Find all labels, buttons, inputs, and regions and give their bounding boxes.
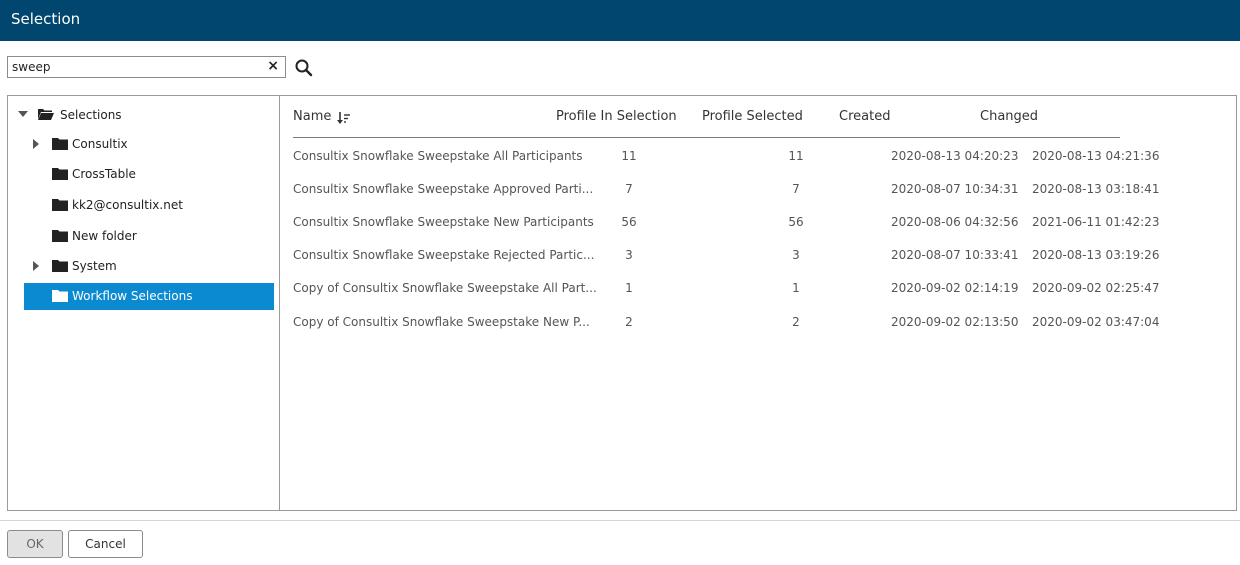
cell-profile-selected: 7 [792,182,800,196]
table-row[interactable]: Copy of Consultix Snowflake Sweepstake N… [280,305,1236,338]
tree-root-selections[interactable]: Selections [8,102,279,129]
cell-changed: 2020-09-02 03:47:04 [1032,315,1160,329]
caret-down-icon[interactable] [18,111,28,118]
sort-descending-icon[interactable] [337,111,351,125]
folder-icon [52,138,68,150]
tree-item-new-folder[interactable]: New folder [8,223,279,250]
cell-profile-in-selection: 1 [625,281,633,295]
cell-profile-selected: 2 [792,315,800,329]
cell-changed: 2020-08-13 03:18:41 [1032,182,1160,196]
cell-created: 2020-08-07 10:34:31 [891,182,1019,196]
tree-item-label: New folder [72,229,137,243]
folder-icon [52,290,68,302]
column-header-created[interactable]: Created [839,109,890,124]
tree-item-label: Consultix [72,137,128,151]
column-header-profile-selected[interactable]: Profile Selected [702,109,803,124]
cell-created: 2020-08-07 10:33:41 [891,248,1019,262]
cell-profile-in-selection: 7 [625,182,633,196]
selection-table: Name Profile In Selection Profile Select… [280,96,1236,510]
tree-item-label: System [72,259,117,273]
table-row[interactable]: Consultix Snowflake Sweepstake All Parti… [280,139,1236,172]
cell-changed: 2020-09-02 02:25:47 [1032,281,1160,295]
cell-changed: 2020-08-13 04:21:36 [1032,149,1160,163]
cell-name: Consultix Snowflake Sweepstake Approved … [293,182,594,196]
folder-icon [52,260,68,272]
tree-item-label: kk2@consultix.net [72,198,183,212]
cell-profile-selected: 11 [788,149,804,163]
folder-icon [52,168,68,180]
cell-profile-selected: 56 [788,215,804,229]
cell-created: 2020-09-02 02:14:19 [891,281,1019,295]
header-divider [293,137,1120,138]
caret-right-icon[interactable] [33,261,39,271]
table-row[interactable]: Consultix Snowflake Sweepstake New Parti… [280,205,1236,238]
cell-name: Consultix Snowflake Sweepstake New Parti… [293,215,594,229]
dialog-titlebar: Selection [0,0,1240,41]
cell-changed: 2020-08-13 03:19:26 [1032,248,1160,262]
cell-profile-in-selection: 3 [625,248,633,262]
search-field[interactable]: × [7,56,286,78]
footer-divider [0,520,1240,521]
ok-button[interactable]: OK [7,530,63,558]
table-row[interactable]: Copy of Consultix Snowflake Sweepstake A… [280,271,1236,304]
column-header-profile-in-selection[interactable]: Profile In Selection [556,109,677,124]
tree-item-workflow-selections[interactable]: Workflow Selections [24,283,274,310]
folder-icon [52,199,68,211]
table-row[interactable]: Consultix Snowflake Sweepstake Rejected … [280,238,1236,271]
tree-item-system[interactable]: System [8,253,279,280]
caret-right-icon[interactable] [33,139,39,149]
tree-item-consultix[interactable]: Consultix [8,131,279,158]
folder-open-icon [38,109,54,120]
selection-browser: Selections Consultix CrossTable kk2@cons… [7,95,1237,511]
search-input[interactable] [12,59,262,75]
tree-root-label: Selections [60,108,122,122]
cell-profile-selected: 3 [792,248,800,262]
column-header-changed[interactable]: Changed [980,109,1038,124]
cell-profile-in-selection: 56 [621,215,637,229]
folder-icon [52,230,68,242]
cell-created: 2020-08-13 04:20:23 [891,149,1019,163]
tree-item-kk2[interactable]: kk2@consultix.net [8,192,279,219]
cell-profile-in-selection: 2 [625,315,633,329]
folder-tree: Selections Consultix CrossTable kk2@cons… [8,96,280,510]
clear-icon[interactable]: × [267,58,279,74]
search-button[interactable] [294,58,314,78]
cell-name: Copy of Consultix Snowflake Sweepstake N… [293,315,590,329]
column-header-name[interactable]: Name [293,109,350,124]
column-header-label: Name [293,109,332,124]
tree-item-label: Workflow Selections [72,289,193,303]
cell-name: Copy of Consultix Snowflake Sweepstake A… [293,281,597,295]
cell-created: 2020-08-06 04:32:56 [891,215,1019,229]
cell-profile-in-selection: 11 [621,149,637,163]
cell-profile-selected: 1 [792,281,800,295]
cell-name: Consultix Snowflake Sweepstake All Parti… [293,149,583,163]
cell-name: Consultix Snowflake Sweepstake Rejected … [293,248,595,262]
table-row[interactable]: Consultix Snowflake Sweepstake Approved … [280,172,1236,205]
cancel-button[interactable]: Cancel [68,530,143,558]
cell-created: 2020-09-02 02:13:50 [891,315,1019,329]
cell-changed: 2021-06-11 01:42:23 [1032,215,1160,229]
search-icon [295,59,313,77]
tree-item-crosstable[interactable]: CrossTable [8,161,279,188]
tree-item-label: CrossTable [72,167,136,181]
dialog-title: Selection [11,10,81,28]
